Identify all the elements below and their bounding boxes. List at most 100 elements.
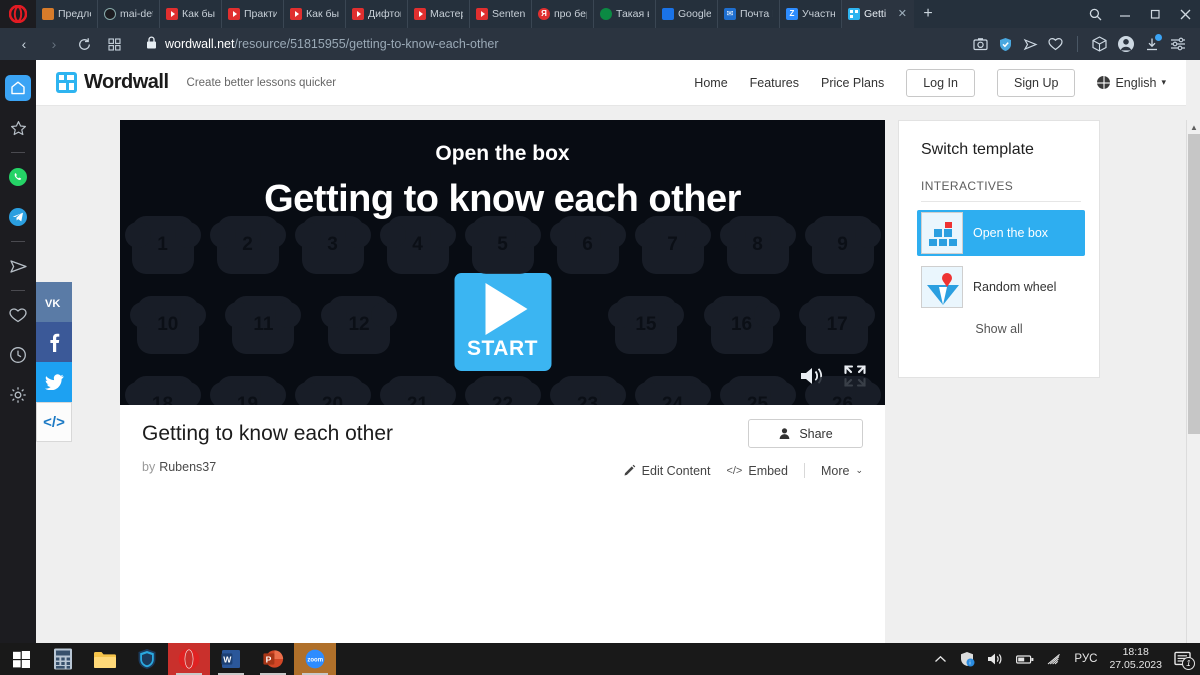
- wifi-icon[interactable]: [1046, 653, 1062, 666]
- nav-link-price-plans[interactable]: Price Plans: [821, 76, 884, 90]
- nav-link-features[interactable]: Features: [750, 76, 799, 90]
- tab-12[interactable]: Z Участни: [780, 0, 842, 28]
- windows-start-icon[interactable]: [0, 643, 42, 675]
- game-box[interactable]: 4: [379, 216, 456, 274]
- tab-9[interactable]: Такая в: [594, 0, 656, 28]
- tab-6[interactable]: Мастер-: [408, 0, 470, 28]
- security-info-icon[interactable]: i: [959, 651, 975, 667]
- reload-button[interactable]: [70, 31, 98, 57]
- game-box[interactable]: 18: [124, 376, 201, 405]
- game-box[interactable]: 13: [424, 296, 486, 354]
- settings-sliders-icon[interactable]: [1170, 37, 1186, 51]
- edit-content-button[interactable]: Edit Content: [623, 464, 710, 478]
- tab-1[interactable]: mai-deti: [98, 0, 160, 28]
- downloads-icon[interactable]: [1145, 33, 1162, 52]
- log-in-button[interactable]: Log In: [906, 68, 975, 97]
- tab-4[interactable]: Как быс: [284, 0, 346, 28]
- forward-button[interactable]: ›: [40, 31, 68, 57]
- volume-icon[interactable]: [987, 652, 1004, 666]
- security-shield-icon[interactable]: [126, 643, 168, 675]
- camera-icon[interactable]: [973, 37, 988, 51]
- game-box[interactable]: 25: [719, 376, 796, 405]
- zoom-icon[interactable]: zoom: [294, 643, 336, 675]
- game-box[interactable]: 11: [225, 296, 302, 354]
- game-box[interactable]: 22: [464, 376, 541, 405]
- game-box[interactable]: 21: [379, 376, 456, 405]
- share-embed-button[interactable]: </>: [36, 402, 72, 442]
- template-item-open-the-box[interactable]: Open the box: [917, 210, 1085, 256]
- tab-10[interactable]: Google: [656, 0, 718, 28]
- sidebar-history-clock-icon[interactable]: [5, 342, 31, 368]
- game-player[interactable]: 1 2 3 4 5 6 7 8 9 10 11 12 13 14 15: [120, 120, 885, 405]
- game-box[interactable]: 8: [719, 216, 796, 274]
- page-scrollbar[interactable]: ▲ ▼: [1186, 120, 1200, 643]
- close-button[interactable]: [1170, 0, 1200, 28]
- tab-close-icon[interactable]: ✕: [897, 8, 908, 20]
- search-icon[interactable]: [1080, 0, 1110, 28]
- game-box[interactable]: 12: [321, 296, 398, 354]
- tab-11[interactable]: ✉ Почта M: [718, 0, 780, 28]
- sidebar-messenger-send-icon[interactable]: [5, 253, 31, 279]
- sidebar-favorites-star-icon[interactable]: [5, 115, 31, 141]
- tab-5[interactable]: Дифтон: [346, 0, 408, 28]
- language-indicator[interactable]: РУС: [1074, 653, 1097, 665]
- share-button[interactable]: Share: [748, 419, 863, 448]
- wordwall-logo[interactable]: Wordwall: [56, 71, 169, 94]
- scroll-up-arrow-icon[interactable]: ▲: [1187, 120, 1200, 134]
- share-facebook-button[interactable]: [36, 322, 72, 362]
- tab-7[interactable]: Sentence: [470, 0, 532, 28]
- profile-icon[interactable]: [1117, 35, 1135, 53]
- sidebar-whatsapp-icon[interactable]: [5, 164, 31, 190]
- author-name[interactable]: Rubens37: [159, 460, 216, 474]
- tabs-overview-button[interactable]: [100, 31, 128, 57]
- back-button[interactable]: ‹: [10, 31, 38, 57]
- language-selector[interactable]: English ▾: [1097, 76, 1166, 90]
- more-button[interactable]: More ⌄: [821, 464, 863, 478]
- shield-check-icon[interactable]: [998, 37, 1013, 52]
- embed-button[interactable]: </> Embed: [726, 464, 788, 478]
- game-box[interactable]: 19: [209, 376, 286, 405]
- tab-3[interactable]: Практик: [222, 0, 284, 28]
- opera-icon[interactable]: [168, 643, 210, 675]
- minimize-button[interactable]: [1110, 0, 1140, 28]
- game-box[interactable]: 10: [129, 296, 206, 354]
- game-box[interactable]: 2: [209, 216, 286, 274]
- notifications-icon[interactable]: 1: [1174, 651, 1195, 670]
- game-box[interactable]: 23: [549, 376, 626, 405]
- game-box[interactable]: 1: [124, 216, 201, 274]
- sidebar-settings-gear-icon[interactable]: [5, 382, 31, 408]
- tab-8[interactable]: Япро бер: [532, 0, 594, 28]
- scrollbar-thumb[interactable]: [1188, 134, 1200, 434]
- sidebar-heart-icon[interactable]: [5, 302, 31, 328]
- word-icon[interactable]: W: [210, 643, 252, 675]
- share-vk-button[interactable]: VK: [36, 282, 72, 322]
- clock[interactable]: 18:18 27.05.2023: [1109, 646, 1162, 672]
- file-explorer-icon[interactable]: [84, 643, 126, 675]
- maximize-button[interactable]: [1140, 0, 1170, 28]
- powerpoint-icon[interactable]: P: [252, 643, 294, 675]
- game-box[interactable]: 5: [464, 216, 541, 274]
- heart-icon[interactable]: [1048, 37, 1063, 51]
- battery-icon[interactable]: [1016, 654, 1034, 665]
- opera-logo-icon[interactable]: [0, 0, 36, 28]
- calculator-icon[interactable]: [42, 643, 84, 675]
- tab-active-wordwall[interactable]: Getti ✕: [842, 0, 914, 28]
- game-box[interactable]: 17: [799, 296, 876, 354]
- sidebar-telegram-icon[interactable]: [5, 204, 31, 230]
- tab-2[interactable]: Как быс: [160, 0, 222, 28]
- sidebar-home-icon[interactable]: [5, 75, 31, 101]
- cube-icon[interactable]: [1092, 36, 1107, 52]
- share-twitter-button[interactable]: [36, 362, 72, 402]
- game-box[interactable]: 9: [804, 216, 881, 274]
- game-box[interactable]: 20: [294, 376, 371, 405]
- game-box[interactable]: 7: [634, 216, 711, 274]
- nav-link-home[interactable]: Home: [694, 76, 727, 90]
- url-input[interactable]: wordwall.net/resource/51815955/getting-t…: [138, 31, 971, 57]
- chevron-up-icon[interactable]: [934, 655, 947, 664]
- template-item-random-wheel[interactable]: Random wheel: [917, 264, 1085, 310]
- game-box[interactable]: 15: [607, 296, 684, 354]
- game-box[interactable]: 26: [804, 376, 881, 405]
- game-box[interactable]: 24: [634, 376, 711, 405]
- send-icon[interactable]: [1023, 37, 1038, 52]
- game-box[interactable]: 14: [519, 296, 581, 354]
